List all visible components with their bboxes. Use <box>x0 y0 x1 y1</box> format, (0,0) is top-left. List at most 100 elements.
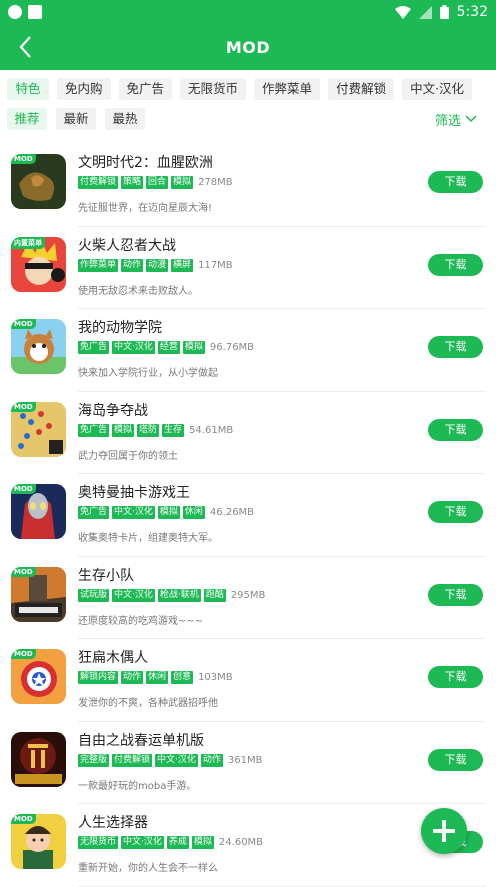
mod-badge: MOD <box>11 401 36 412</box>
tag-cheat-menu[interactable]: 作弊菜单 <box>254 78 321 100</box>
list-item[interactable]: MOD 我的动物学院 免广告 中文·汉化 经营 模拟 96.76MB 快来加入学… <box>0 309 496 392</box>
game-icon: MOD <box>11 319 66 374</box>
mod-badge: MOD <box>11 154 36 164</box>
game-description: 武力夺回属于你的领土 <box>78 450 178 462</box>
download-button[interactable]: 下载 <box>428 748 483 771</box>
list-item[interactable]: 内置菜单 火柴人忍者大战 作弊菜单 动作 动漫 横屏 117MB 使用无敌忍术来… <box>0 227 496 310</box>
game-name: 我的动物学院 <box>78 320 162 336</box>
game-tag: 中文·汉化 <box>112 588 155 602</box>
game-tag: 回合 <box>146 176 169 189</box>
mod-badge: MOD <box>11 814 36 824</box>
game-description: 还原度较高的吃鸡游戏~~~ <box>78 615 204 627</box>
tag-chinese[interactable]: 中文·汉化 <box>402 78 473 100</box>
game-icon: MOD <box>11 814 66 869</box>
game-description: 收集奥特卡片，组建奥特大军。 <box>78 533 218 544</box>
game-description: 重新开始，你的人生会不一样么 <box>78 863 218 874</box>
back-button[interactable] <box>10 32 40 62</box>
game-tag: 模拟 <box>157 506 180 519</box>
game-name: 海岛争夺战 <box>78 402 148 419</box>
game-tag: 动漫 <box>146 258 169 272</box>
notification-icon <box>8 5 22 19</box>
game-size: 54.61MB <box>189 424 234 436</box>
game-icon: MOD <box>11 649 66 704</box>
game-description: 快来加入学院行业，从小学做起 <box>78 368 218 379</box>
game-tag: 策略 <box>121 176 144 189</box>
game-tag: 养成 <box>166 836 189 849</box>
game-description: 一款最好玩的moba手游。 <box>78 780 197 792</box>
game-tag: 中文·汉化 <box>155 753 198 767</box>
game-tag: 试玩版 <box>78 588 110 602</box>
tag-unlimited-currency[interactable]: 无限货币 <box>180 78 247 100</box>
game-tag: 中文·汉化 <box>112 506 155 519</box>
mod-badge: MOD <box>11 649 36 659</box>
filter-label: 筛选 <box>434 113 461 129</box>
game-tag: 模拟 <box>112 423 135 437</box>
game-tag: 无限货币 <box>78 836 119 849</box>
sort-tabs: 推荐 最新 最热 筛选 <box>0 100 496 130</box>
game-tag: 休闲 <box>146 671 169 684</box>
tag-no-ads[interactable]: 免广告 <box>118 78 173 100</box>
sort-hottest[interactable]: 最热 <box>105 108 145 130</box>
game-name: 奥特曼抽卡游戏王 <box>78 485 190 501</box>
game-tag: 完整版 <box>78 753 110 767</box>
list-item[interactable]: MOD 文明时代2：血腥欧洲 付费解锁 策略 回合 模拟 278MB 先征服世界… <box>0 144 496 227</box>
tag-paid-unlock[interactable]: 付费解锁 <box>328 78 395 100</box>
game-description: 先征服世界，在迈向星辰大海! <box>78 203 213 214</box>
game-size: 103MB <box>198 672 233 683</box>
app-bar: MOD <box>0 24 496 70</box>
game-tag: 塔防 <box>137 423 160 437</box>
game-name: 生存小队 <box>78 567 134 584</box>
tag-no-iap[interactable]: 免内购 <box>57 78 111 100</box>
list-item[interactable]: MOD 狂扁木偶人 解锁内容 动作 休闲 创意 103MB 发泄你的不爽，各种武… <box>0 639 496 722</box>
signal-icon <box>418 5 432 19</box>
app-notification-icon <box>28 5 42 19</box>
list-item[interactable]: MOD 生存小队 试玩版 中文·汉化 枪战·联机 跑酷 295MB 还原度较高的… <box>0 557 496 640</box>
list-item[interactable]: MOD 奥特曼抽卡游戏王 免广告 中文·汉化 模拟 休闲 46.26MB 收集奥… <box>0 474 496 557</box>
game-size: 361MB <box>227 754 263 766</box>
download-button[interactable]: 下载 <box>428 501 483 523</box>
game-tag: 中文·汉化 <box>121 836 164 849</box>
game-tag: 作弊菜单 <box>78 258 119 272</box>
game-tag: 免广告 <box>78 423 110 437</box>
download-button[interactable]: 下载 <box>428 253 483 276</box>
game-tag: 枪战·联机 <box>157 588 201 602</box>
list-item[interactable]: MOD 人生选择器 无限货币 中文·汉化 养成 模拟 24.60MB 重新开始，… <box>0 804 496 887</box>
list-item[interactable]: MOD 海岛争夺战 免广告 模拟 塔防 生存 54.61MB 武力夺回属于你的领… <box>0 392 496 475</box>
download-button[interactable]: 下载 <box>428 171 483 193</box>
game-tag: 跑酷 <box>203 588 226 602</box>
sort-recommended[interactable]: 推荐 <box>7 108 47 130</box>
game-name: 狂扁木偶人 <box>78 650 148 666</box>
download-button[interactable]: 下载 <box>428 336 483 358</box>
sort-newest[interactable]: 最新 <box>56 108 96 130</box>
game-tag: 付费解锁 <box>112 753 153 767</box>
download-button[interactable]: 下载 <box>428 666 483 688</box>
game-tag: 横屏 <box>171 258 194 272</box>
list-item[interactable]: 自由之战春运单机版 完整版 付费解锁 中文·汉化 动作 361MB 一款最好玩的… <box>0 722 496 805</box>
game-icon: MOD <box>11 401 66 457</box>
add-button[interactable] <box>421 808 467 854</box>
game-size: 24.60MB <box>218 837 264 848</box>
status-time: 5:32 <box>456 4 488 20</box>
game-size: 96.76MB <box>209 342 255 353</box>
game-tag: 动作 <box>121 671 144 684</box>
game-icon: MOD <box>11 566 66 622</box>
download-button[interactable]: 下载 <box>428 583 483 606</box>
game-tag: 模拟 <box>171 176 194 189</box>
game-tag: 付费解锁 <box>78 176 119 189</box>
plus-icon <box>433 820 455 842</box>
wifi-icon <box>394 5 411 19</box>
tag-featured[interactable]: 特色 <box>7 78 49 100</box>
mod-badge: MOD <box>11 484 36 494</box>
game-icon: MOD <box>11 154 66 209</box>
mod-badge: 内置菜单 <box>11 236 45 249</box>
game-tag: 动作 <box>121 258 144 272</box>
download-button[interactable]: 下载 <box>428 418 483 441</box>
game-icon: MOD <box>11 484 66 539</box>
game-size: 278MB <box>198 177 233 188</box>
game-tag: 模拟 <box>191 836 214 849</box>
status-bar: 5:32 <box>0 0 496 24</box>
game-tag: 解锁内容 <box>78 671 119 684</box>
game-icon: 内置菜单 <box>11 236 66 292</box>
game-description: 使用无敌忍术来击败敌人。 <box>78 285 198 297</box>
filter-button[interactable]: 筛选 <box>435 110 477 129</box>
